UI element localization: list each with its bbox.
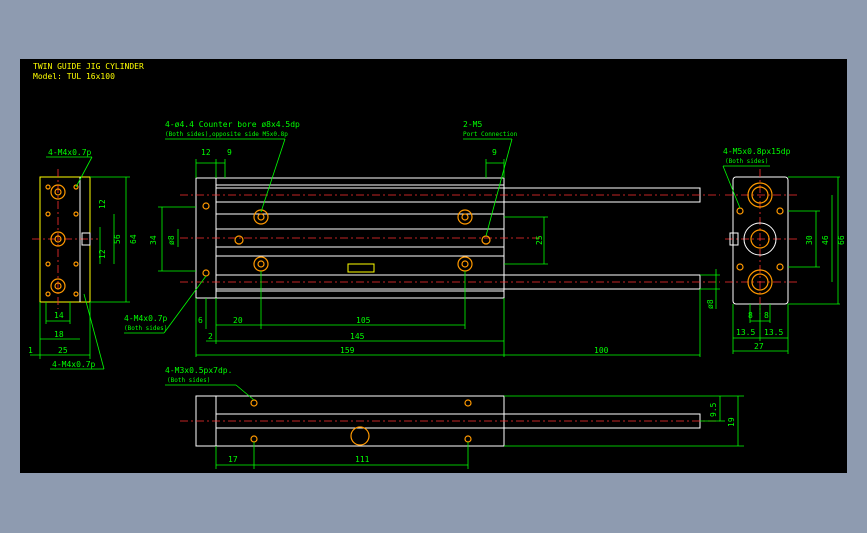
- callout-right-top: 4-M5x0.8px15dp: [723, 147, 791, 156]
- callout-left-top: 4-M4x0.7p: [48, 148, 92, 157]
- dim-left-25: 25: [58, 346, 68, 355]
- dim-bottom-19: 19: [727, 417, 736, 427]
- front-mount-hole-inner: [461, 213, 469, 221]
- left-end-view: 14 18 25 1 12 12 56 64 4-M4x0.7p 4-M4x0.…: [28, 148, 138, 370]
- dim-right-135a: 13.5: [736, 328, 755, 337]
- dim-bottom-111: 111: [355, 455, 370, 464]
- dim-front-d8b: ø8: [706, 299, 715, 309]
- right-small-hole: [776, 263, 784, 271]
- cad-viewport[interactable]: TWIN GUIDE JIG CYLINDER Model: TUL 16x10…: [20, 59, 847, 473]
- dim-front-145: 145: [350, 332, 365, 341]
- dim-left-18: 18: [54, 330, 64, 339]
- front-port-hole: [481, 235, 491, 245]
- front-plate-hole: [202, 269, 210, 277]
- dim-front-34: 34: [149, 235, 158, 245]
- callout-right-top-sub: (Both sides): [725, 158, 768, 165]
- dim-left-12b: 12: [98, 249, 107, 259]
- dim-left-56: 56: [113, 234, 122, 244]
- callout-bottom-top-sub: (Both sides): [167, 377, 210, 384]
- bottom-hole: [250, 435, 258, 443]
- left-small-hole: [73, 291, 79, 297]
- front-mount-hole: [457, 256, 473, 272]
- dim-front-159: 159: [340, 346, 355, 355]
- callout-counterbore-sub: (Both sides),opposite side M5x0.8p: [165, 131, 288, 138]
- dim-left-14: 14: [54, 311, 64, 320]
- front-plate-hole: [202, 202, 210, 210]
- right-small-hole: [776, 207, 784, 215]
- front-mount-hole-inner: [257, 213, 265, 221]
- dim-right-8b: 8: [764, 311, 769, 320]
- dim-bottom-17: 17: [228, 455, 238, 464]
- right-small-hole: [736, 207, 744, 215]
- dim-bottom-95: 9.5: [709, 402, 718, 417]
- callout-port: 2-M5: [463, 120, 482, 129]
- callout-left-bottom: 4-M4x0.7p: [52, 360, 96, 369]
- left-small-hole: [73, 261, 79, 267]
- front-mount-hole: [457, 209, 473, 225]
- engineering-drawing: TWIN GUIDE JIG CYLINDER Model: TUL 16x10…: [28, 62, 846, 469]
- bottom-hole: [464, 435, 472, 443]
- dim-front-9b: 9: [492, 148, 497, 157]
- dim-right-27: 27: [754, 342, 764, 351]
- dim-front-6: 6: [198, 316, 203, 325]
- dim-left-12a: 12: [98, 199, 107, 209]
- dim-front-2: 2: [208, 332, 213, 341]
- right-view-body: [732, 176, 789, 305]
- bottom-center-port: [350, 426, 370, 446]
- front-view: 12 9 9 34 ø8 25 ø8 6 2 20 105 145 159 10…: [124, 120, 720, 357]
- left-small-hole: [45, 211, 51, 217]
- dim-front-9: 9: [227, 148, 232, 157]
- dim-right-30: 30: [805, 235, 814, 245]
- callout-counterbore: 4-ø4.4 Counter bore ø8x4.5dp: [165, 120, 300, 129]
- dim-left-1: 1: [28, 346, 33, 355]
- dim-right-8a: 8: [748, 311, 753, 320]
- dim-front-20: 20: [233, 316, 243, 325]
- dim-right-135b: 13.5: [764, 328, 783, 337]
- left-small-hole: [45, 291, 51, 297]
- callout-bottom-top: 4-M3x0.5px7dp.: [165, 366, 232, 375]
- bottom-view: 17 111 9.5 19 4-M3x0.5px7dp. (Both sides…: [165, 366, 744, 469]
- left-small-hole: [73, 211, 79, 217]
- front-mount-hole: [253, 256, 269, 272]
- callout-port-sub: Port Connection: [463, 131, 518, 138]
- drawing-title: TWIN GUIDE JIG CYLINDER: [33, 62, 144, 71]
- front-port-hole: [234, 235, 244, 245]
- dim-right-46: 46: [821, 235, 830, 245]
- dim-front-d8: ø8: [167, 235, 176, 245]
- callout-front-left: 4-M4x0.7p: [124, 314, 168, 323]
- front-logo-plate: [347, 263, 375, 273]
- front-mount-hole-inner: [257, 260, 265, 268]
- dim-right-66: 66: [837, 235, 846, 245]
- dim-front-12: 12: [201, 148, 211, 157]
- right-small-hole: [736, 263, 744, 271]
- front-mount-hole: [253, 209, 269, 225]
- bottom-hole: [464, 399, 472, 407]
- dim-left-64: 64: [129, 234, 138, 244]
- model-label: Model: TUL 16x100: [33, 72, 115, 81]
- dim-front-105: 105: [356, 316, 371, 325]
- left-small-hole: [45, 184, 51, 190]
- dim-front-100: 100: [594, 346, 609, 355]
- bottom-hole: [250, 399, 258, 407]
- right-end-view: 30 46 66 8 8 13.5 13.5 27 4-M5x0.8px15dp…: [722, 147, 846, 354]
- callout-front-left-sub: (Both sides): [124, 325, 167, 332]
- dim-front-25: 25: [535, 235, 544, 245]
- left-small-hole: [45, 261, 51, 267]
- front-mount-hole-inner: [461, 260, 469, 268]
